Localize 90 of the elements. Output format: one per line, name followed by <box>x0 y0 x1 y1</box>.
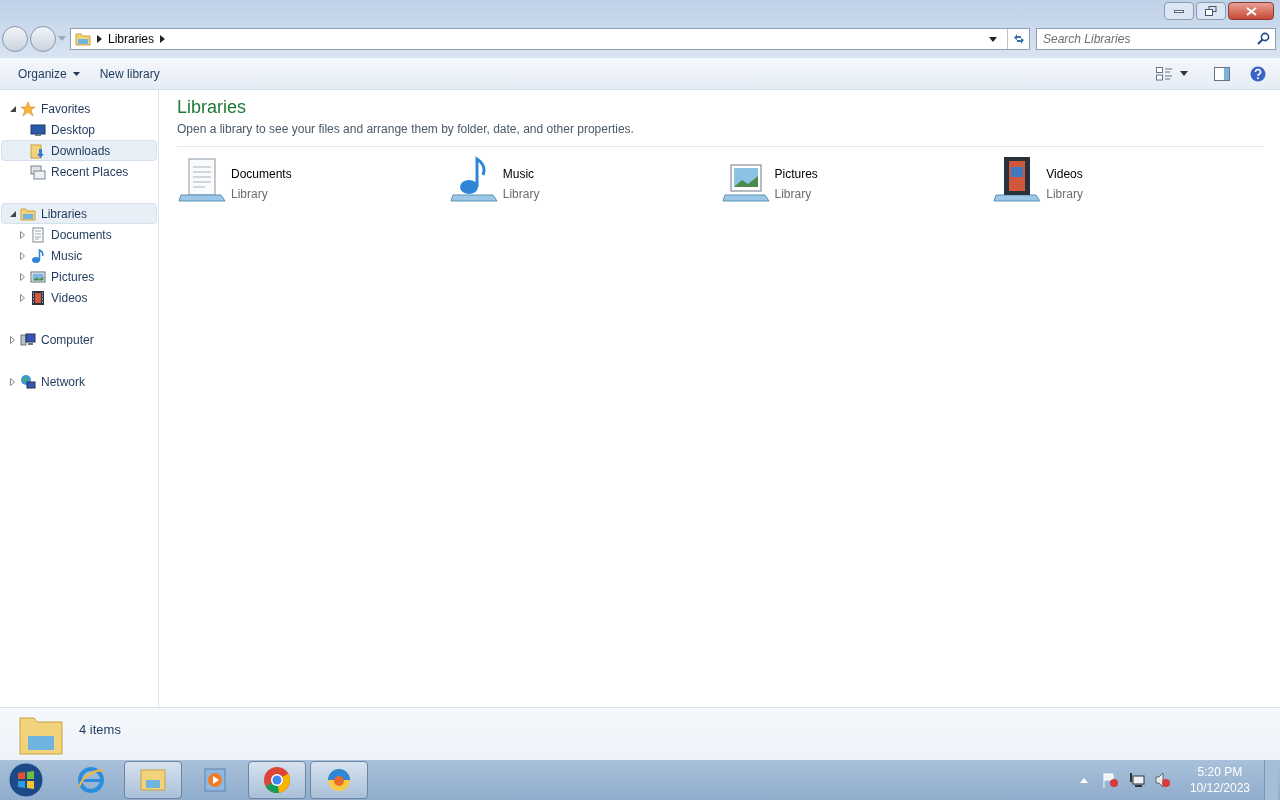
library-name: Pictures <box>774 166 818 183</box>
recent-places-icon <box>30 163 46 180</box>
star-icon <box>20 100 36 117</box>
library-type: Library <box>231 186 269 203</box>
library-folder-icon <box>20 205 36 222</box>
search-icon[interactable] <box>1257 32 1270 45</box>
library-name: Videos <box>1046 166 1083 183</box>
library-type: Library <box>774 186 813 203</box>
dropdown-caret-icon[interactable] <box>989 36 997 42</box>
clock-date: 10/12/2023 <box>1189 780 1250 796</box>
nav-item[interactable]: Computer <box>1 329 157 350</box>
nav-label: Downloads <box>51 142 111 160</box>
nav-label: Favorites <box>41 100 91 118</box>
nav-label: Libraries <box>41 205 88 223</box>
collapsed-arrow-icon[interactable] <box>10 377 15 386</box>
taskbar-app-button[interactable] <box>124 761 182 799</box>
view-options-icon[interactable] <box>1156 66 1174 81</box>
nav-item[interactable]: Downloads <box>1 140 157 161</box>
nav-item[interactable]: Music <box>1 245 157 266</box>
search-field[interactable]: Search Libraries <box>1036 28 1276 50</box>
nav-label: Recent Places <box>51 163 129 181</box>
library-name: Documents <box>231 166 292 183</box>
nav-label: Music <box>51 247 83 265</box>
item-count: 4 items <box>79 721 121 739</box>
nav-item[interactable]: Videos <box>1 287 157 308</box>
preview-pane-icon[interactable] <box>1214 66 1230 81</box>
computer-icon <box>20 331 36 348</box>
toolbar-button[interactable]: Organize <box>8 61 90 86</box>
nav-label: Videos <box>51 289 88 307</box>
nav-item[interactable]: Favorites <box>1 98 157 119</box>
library-type: Library <box>1046 186 1083 203</box>
show-hidden-icons-icon[interactable] <box>1079 777 1088 783</box>
music-note-icon <box>30 247 46 264</box>
document-icon <box>30 226 46 243</box>
library-item[interactable]: Pictures Library <box>720 155 993 203</box>
collapsed-arrow-icon[interactable] <box>20 230 25 239</box>
dropdown-caret-icon[interactable] <box>1180 71 1188 76</box>
toolbar-button[interactable]: New library <box>89 61 170 86</box>
collapsed-arrow-icon[interactable] <box>20 272 25 281</box>
clock-time: 5:20 PM <box>1197 764 1243 780</box>
forward-button[interactable] <box>30 26 56 52</box>
library-type: Library <box>502 186 540 203</box>
nav-item[interactable]: Network <box>1 371 157 392</box>
restore-icon[interactable] <box>1205 6 1217 16</box>
nav-item[interactable]: Libraries <box>1 203 157 224</box>
flag-alert-icon[interactable] <box>1101 772 1120 788</box>
page-description: Open a library to see your files and arrange them by folder, date, and other properties. <box>177 121 635 138</box>
picture-frame-icon <box>30 268 46 285</box>
nav-item[interactable]: Recent Places <box>1 161 157 182</box>
nav-item[interactable]: Pictures <box>1 266 157 287</box>
back-button[interactable] <box>2 26 28 52</box>
collapsed-arrow-icon[interactable] <box>20 293 25 302</box>
expanded-arrow-icon[interactable] <box>10 210 16 217</box>
address-bar[interactable]: Libraries <box>70 28 1030 50</box>
library-name: Music <box>502 166 536 183</box>
nav-label: Desktop <box>51 121 96 139</box>
network-alert-icon[interactable] <box>1127 772 1146 788</box>
taskbar-app-button[interactable] <box>310 761 368 799</box>
film-strip-icon <box>30 289 46 306</box>
music-library-icon <box>448 155 499 203</box>
close-button[interactable] <box>1228 2 1274 20</box>
nav-label: Computer <box>41 331 94 349</box>
speaker-muted-icon[interactable] <box>1153 772 1172 788</box>
library-item[interactable]: Videos Library <box>992 155 1264 203</box>
network-globe-icon <box>20 373 36 390</box>
monitor-icon <box>30 121 46 138</box>
help-icon[interactable] <box>1250 65 1266 82</box>
video-library-icon <box>992 155 1043 203</box>
collapsed-arrow-icon[interactable] <box>10 335 15 344</box>
taskbar-app-button[interactable] <box>248 761 306 799</box>
collapsed-arrow-icon[interactable] <box>20 251 25 260</box>
nav-label: Pictures <box>51 268 95 286</box>
folder-arrow-icon <box>30 142 46 159</box>
library-item[interactable]: Music Library <box>448 155 721 203</box>
restore-button[interactable] <box>1196 2 1226 20</box>
library-item[interactable]: Documents Library <box>177 155 449 203</box>
minimize-button[interactable] <box>1164 2 1194 20</box>
close-icon[interactable] <box>1245 6 1257 16</box>
dropdown-caret-icon[interactable] <box>72 71 80 76</box>
nav-label: Network <box>41 373 85 391</box>
library-folder-icon <box>75 31 91 47</box>
expanded-arrow-icon[interactable] <box>10 105 16 112</box>
document-library-icon <box>177 155 227 203</box>
nav-item[interactable]: Desktop <box>1 119 157 140</box>
breadcrumb-arrow-icon[interactable] <box>97 35 102 43</box>
nav-label: Documents <box>51 226 112 244</box>
breadcrumb-item[interactable]: Libraries <box>108 30 155 48</box>
page-title: Libraries <box>177 96 248 118</box>
breadcrumb-arrow-icon[interactable] <box>160 35 166 43</box>
nav-item[interactable]: Documents <box>1 224 157 245</box>
